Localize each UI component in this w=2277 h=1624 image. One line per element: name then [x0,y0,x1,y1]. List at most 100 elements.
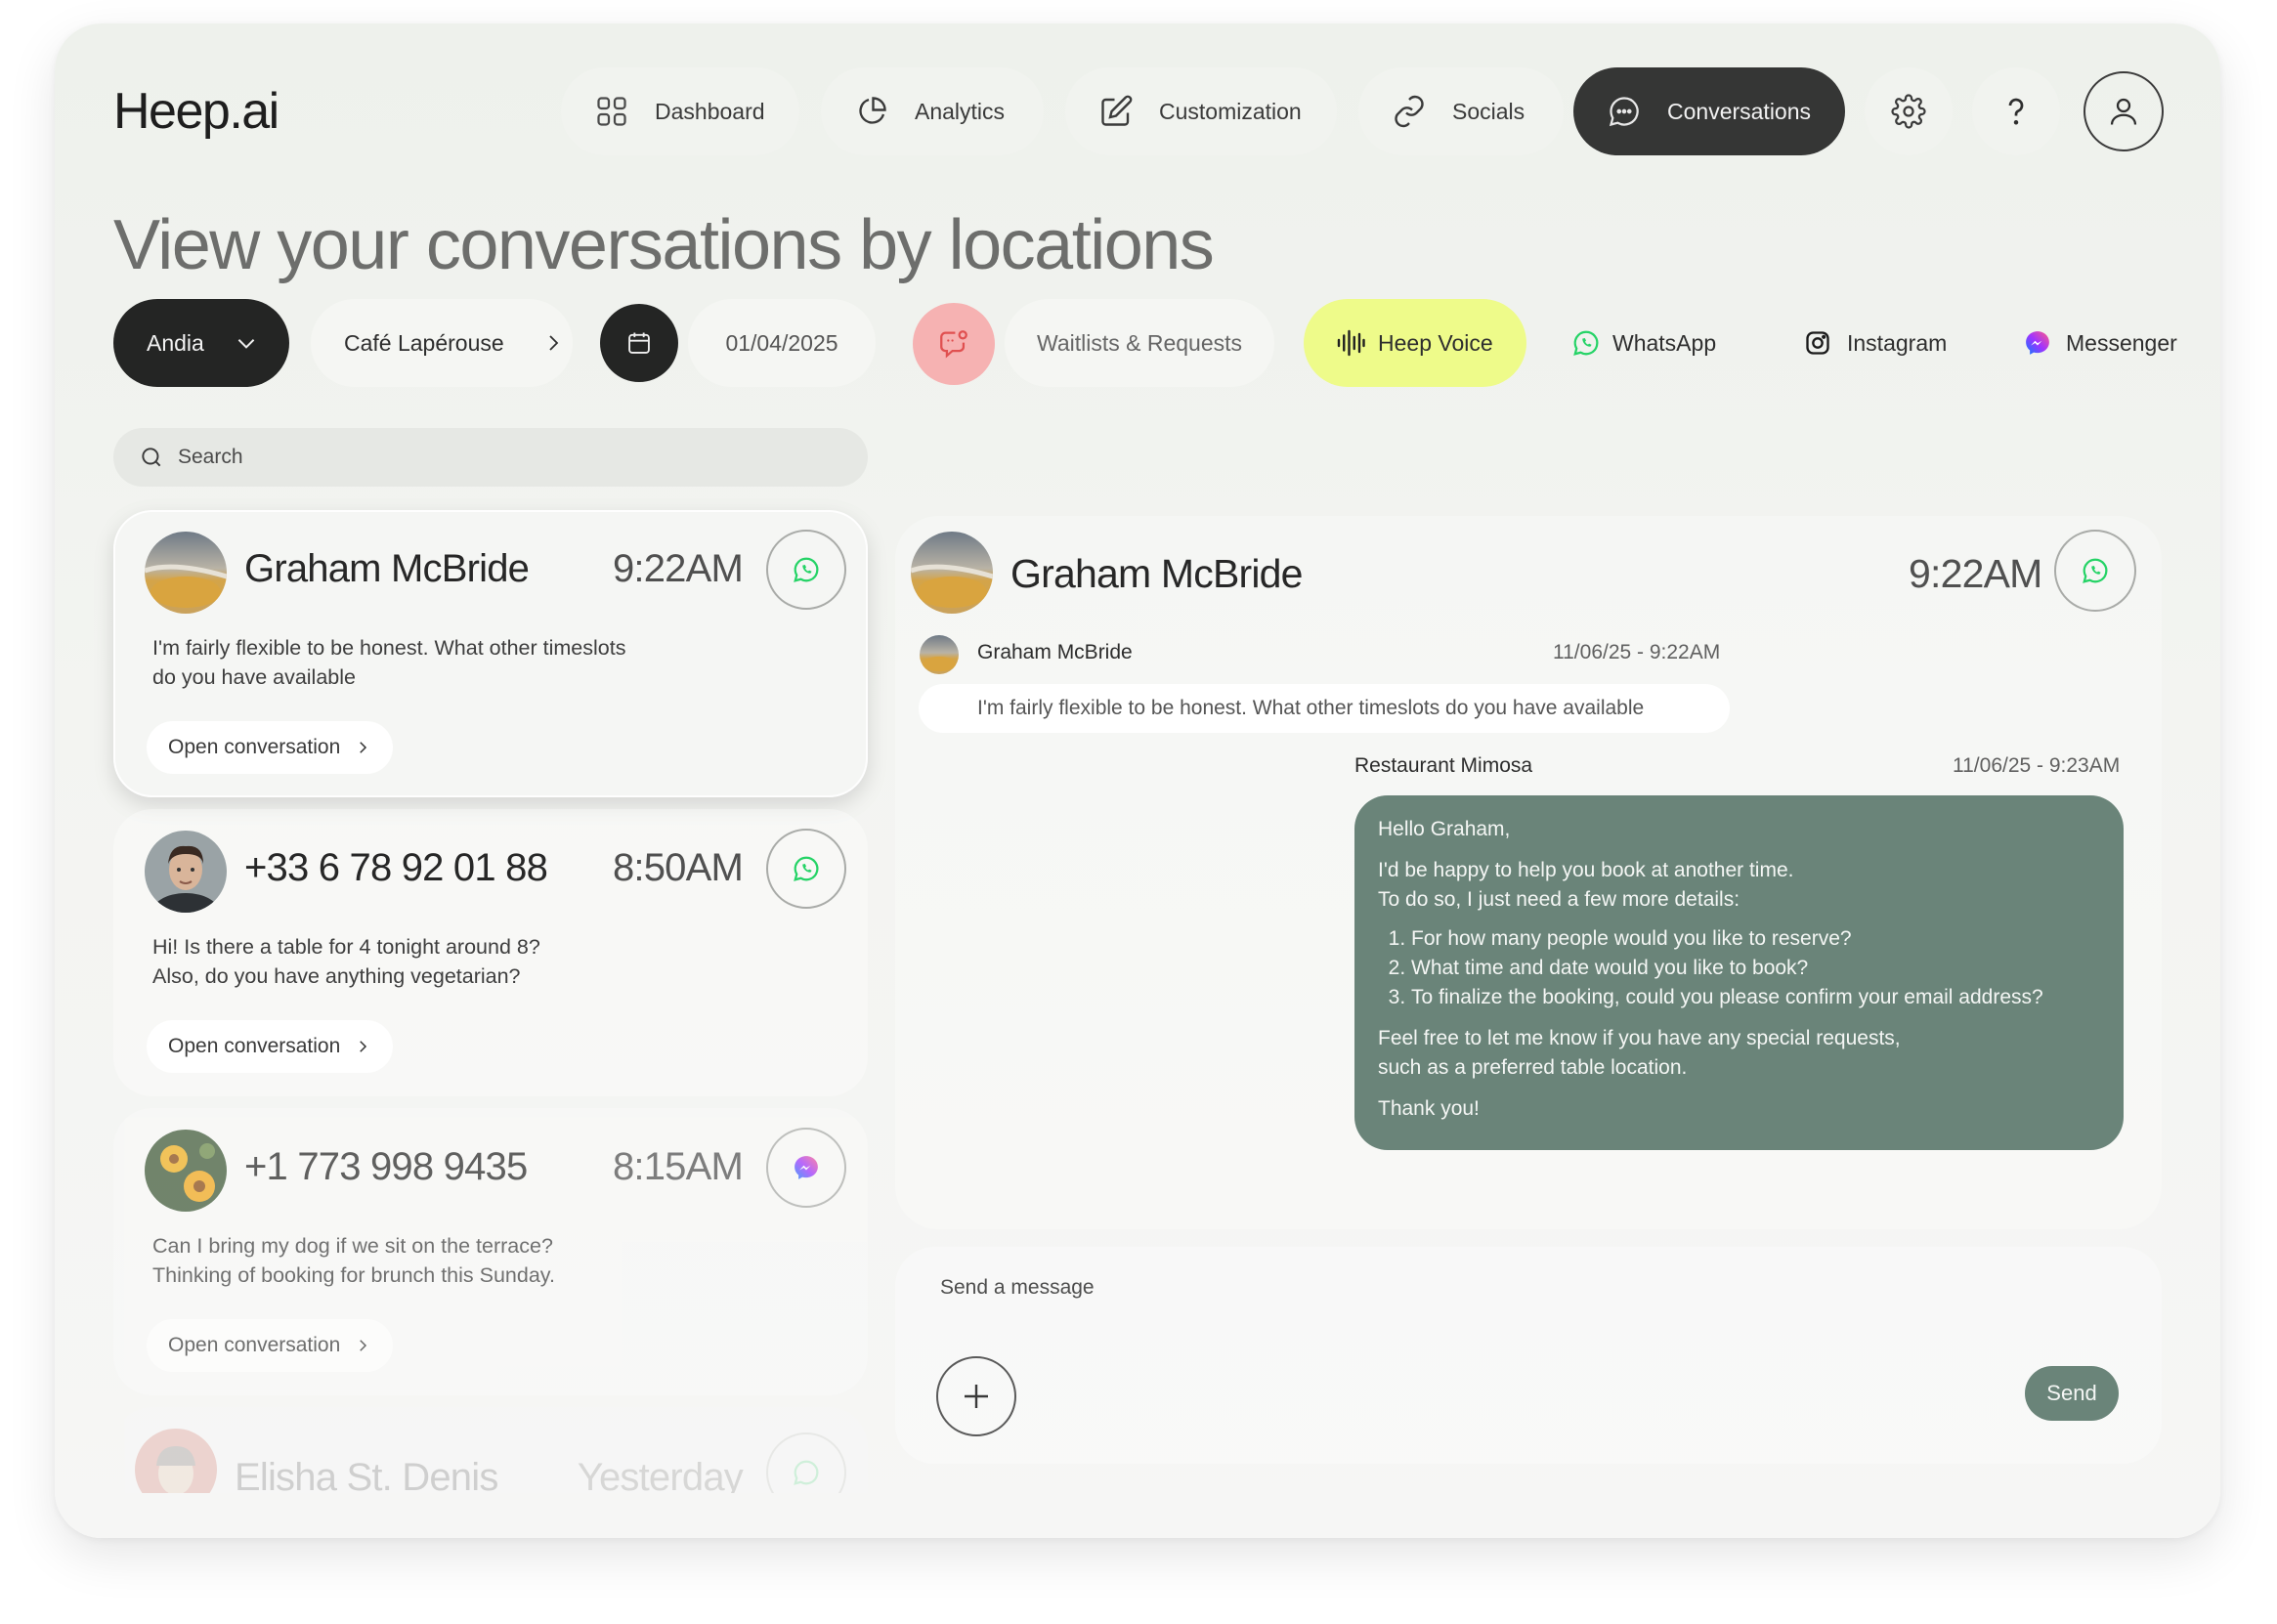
conversation-card[interactable]: Graham McBride 9:22AM I'm fairly flexibl… [113,510,868,797]
incoming-timestamp: 11/06/25 - 9:22AM [1553,641,1721,663]
message-line: such as a preferred table location. [1378,1056,1688,1079]
messenger-icon [2026,331,2049,355]
message-line: Feel free to let me know if you have any… [1378,1027,1901,1049]
conversation-card[interactable]: Elisha St. Denis Yesterday [113,1407,868,1493]
instagram-label: Instagram [1847,329,1948,356]
heep-voice-label: Heep Voice [1378,329,1493,356]
whatsapp-icon [794,1460,819,1485]
outgoing-sender: Restaurant Mimosa [1354,754,1533,777]
chevron-down-icon [237,339,255,349]
contact-avatar [135,1429,217,1493]
nav-label: Conversations [1667,98,1812,124]
nav-socials[interactable]: Socials [1358,67,1564,155]
profile-button[interactable] [2084,71,2164,151]
whatsapp-icon [1573,330,1599,356]
chevron-right-icon [549,335,558,351]
chevron-right-icon [360,1340,367,1351]
preview-line: I'm fairly flexible to be honest. What o… [152,636,626,660]
instagram-icon [1806,331,1829,355]
channel-badge[interactable] [766,829,846,909]
send-button[interactable]: Send [2025,1366,2119,1421]
voice-waveform-icon [1337,329,1365,357]
whatsapp-tab[interactable]: WhatsApp [1571,299,1757,387]
nav-conversations[interactable]: Conversations [1573,67,1845,155]
outgoing-timestamp: 11/06/25 - 9:23AM [1953,754,2121,777]
search-bar[interactable]: Search [113,428,868,487]
pie-chart-icon [859,97,886,124]
message-time: 8:15AM [612,1145,744,1188]
thread-contact-name: Graham McBride [1010,551,1303,596]
location-select[interactable]: Café Lapérouse [311,299,573,387]
waitlists-requests-tab[interactable]: Waitlists & Requests [1005,299,1274,387]
contact-name: Graham McBride [244,547,530,590]
open-conversation-label: Open conversation [168,1035,341,1057]
attach-button[interactable] [936,1356,1016,1436]
chat-bubble-icon [1609,97,1639,127]
message-line: I'd be happy to help you book at another… [1378,859,1794,881]
nav-dashboard[interactable]: Dashboard [561,67,799,155]
preview-line: Thinking of booking for brunch this Sund… [152,1263,555,1287]
open-conversation-button[interactable]: Open conversation [147,1319,394,1372]
conversation-card[interactable]: +33 6 78 92 01 88 8:50AM Hi! Is there a … [113,809,868,1096]
channel-badge[interactable] [766,530,846,610]
preview-line: do you have available [152,665,356,689]
list-clip: Elisha St. Denis Yesterday [113,1407,868,1493]
message-time: 8:50AM [612,846,744,889]
message-preview: Can I bring my dog if we sit on the terr… [152,1231,700,1290]
date-field[interactable]: 01/04/2025 [688,299,876,387]
contact-name: +1 773 998 9435 [244,1145,528,1188]
edit-icon [1101,95,1133,126]
contact-avatar [145,532,227,614]
search-icon [142,448,161,467]
preview-line: Can I bring my dog if we sit on the terr… [152,1234,553,1258]
nav-label: Socials [1452,98,1525,124]
channel-badge[interactable] [766,1432,846,1493]
open-conversation-button[interactable]: Open conversation [147,721,394,774]
gear-icon [1891,94,1926,129]
chat-alert-icon [940,330,967,359]
message-time: 9:22AM [612,547,744,590]
messenger-icon [795,1156,818,1179]
nav-analytics[interactable]: Analytics [821,67,1044,155]
messenger-tab[interactable]: Messenger [2023,299,2199,387]
waitlist-alert-button[interactable] [913,303,995,385]
nav-label: Analytics [915,98,1006,124]
question-item: What time and date would you like to boo… [1411,954,2100,983]
open-conversation-button[interactable]: Open conversation [147,1020,394,1073]
contact-avatar [145,831,227,913]
thread-channel-badge[interactable] [2054,530,2136,612]
messenger-label: Messenger [2066,329,2177,356]
calendar-icon [628,332,650,354]
search-input[interactable]: Search [178,446,243,469]
instagram-tab[interactable]: Instagram [1804,299,1976,387]
app-logo: Heep.ai [113,83,279,140]
open-conversation-label: Open conversation [168,736,341,758]
question-item: To finalize the booking, could you pleas… [1411,983,2100,1012]
chevron-right-icon [360,742,367,753]
message-line: Thank you! [1378,1097,1480,1120]
chevron-right-icon [360,1041,367,1052]
sender-avatar [920,635,959,674]
question-list: For how many people would you like to re… [1411,924,2100,1012]
link-icon [1395,95,1424,128]
plus-icon [965,1385,988,1408]
whatsapp-icon [794,557,819,582]
contact-avatar [145,1130,227,1212]
contact-name: +33 6 78 92 01 88 [244,846,548,889]
nav-customization[interactable]: Customization [1065,67,1337,155]
conversation-card[interactable]: +1 773 998 9435 8:15AM Can I bring my do… [113,1108,868,1395]
heep-voice-tab[interactable]: Heep Voice [1304,299,1526,387]
message-preview: Hi! Is there a table for 4 tonight aroun… [152,932,700,991]
location-value: Café Lapérouse [344,329,504,356]
grid-icon [597,97,626,126]
incoming-message: I'm fairly flexible to be honest. What o… [919,684,1730,733]
region-select[interactable]: Andia [113,299,289,387]
message-input[interactable]: Send a message [940,1276,1095,1300]
region-value: Andia [147,329,204,356]
help-button[interactable] [1972,67,2060,155]
thread-time: 9:22AM [1909,551,2042,596]
channel-badge[interactable] [766,1128,846,1208]
settings-button[interactable] [1865,67,1953,155]
calendar-button[interactable] [600,304,678,382]
whatsapp-icon [2083,558,2108,583]
